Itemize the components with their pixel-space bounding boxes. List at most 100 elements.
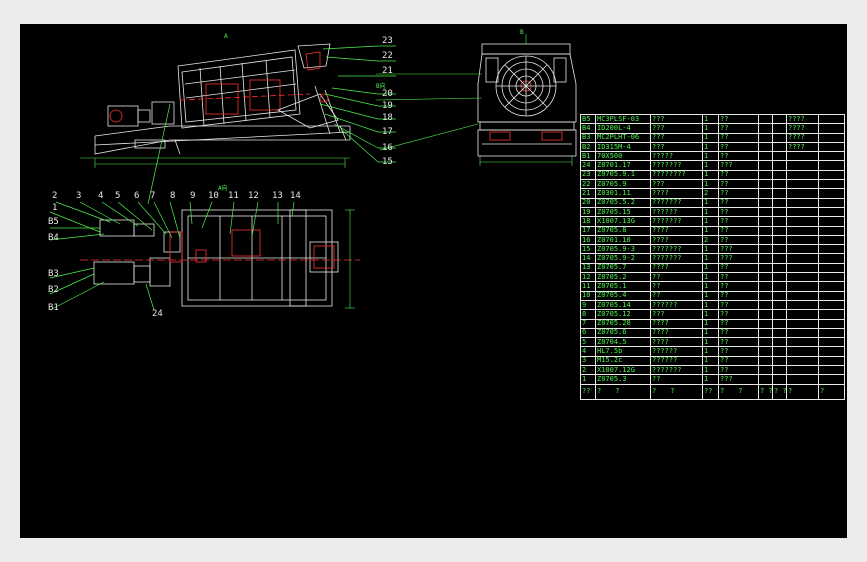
callout-21: 21 (382, 66, 393, 76)
table-cell: 5 (580, 337, 596, 348)
table-header-cell: ? (786, 383, 819, 400)
table-header-cell: ?? (580, 383, 596, 400)
table-cell: ID200L-4 (595, 123, 651, 134)
callout-15: 15 (382, 157, 393, 167)
table-cell (786, 272, 819, 283)
table-cell (818, 234, 845, 246)
table-cell (818, 272, 845, 283)
header-text: ? ? ? (774, 387, 787, 396)
table-cell (758, 299, 773, 311)
table-cell (758, 374, 773, 385)
table-row: 14 Z0705.9-2??????? 1??? (580, 253, 845, 264)
table-cell: 8 (580, 309, 596, 320)
table-cell (786, 346, 819, 357)
table-cell (772, 281, 787, 292)
callout-1: 1 (52, 203, 58, 213)
table-cell (758, 169, 773, 181)
table-row: 12 Z0705.2?? 1?? (580, 272, 845, 283)
table-cell (786, 262, 819, 274)
table-cell: 1 (702, 123, 719, 134)
callout-b1: B1 (48, 303, 59, 313)
table-cell (786, 206, 819, 218)
table-cell: Z0705.20 (595, 318, 651, 329)
callout-8: 8 (170, 191, 176, 201)
table-cell (758, 364, 773, 376)
table-cell: ?? (718, 346, 759, 357)
table-cell: ???? (650, 337, 703, 348)
callout-3: 3 (76, 191, 82, 201)
table-cell (772, 355, 787, 367)
table-row: B2 ID315M-4??? 1?????? (580, 141, 845, 153)
table-cell: ??????? (650, 253, 703, 264)
table-cell: 2 (702, 188, 719, 199)
table-cell: ?? (718, 197, 759, 208)
header-text: ?? (704, 387, 713, 396)
table-cell: ?? (718, 262, 759, 274)
callout-22: 22 (382, 51, 393, 61)
table-cell (818, 113, 845, 125)
table-cell (818, 206, 845, 218)
table-row: 21 Z0301.11???? 2?? (580, 188, 845, 199)
table-cell: 1 (702, 327, 719, 339)
table-cell: ??? (718, 160, 759, 171)
table-cell: 1 (702, 216, 719, 227)
table-cell (818, 327, 845, 339)
table-cell: 10 (580, 290, 596, 301)
table-cell: HL7.5b (595, 346, 651, 357)
table-cell: 22 (580, 179, 596, 190)
table-cell: 1 (702, 160, 719, 171)
callout-20: 20 (382, 89, 393, 99)
table-cell (772, 179, 787, 190)
table-row: 9 Z0705.14?????? 1?? (580, 299, 845, 311)
table-cell (818, 244, 845, 255)
table-row: 2 X1007.12G??????? 1?? (580, 364, 845, 376)
table-row: B3 MC2PLHT-06??? 1?????? (580, 132, 845, 143)
table-row: B5 MC3PLSF-03??? 1?????? (580, 113, 845, 125)
drawing-canvas[interactable]: 23 22 21 20 19 18 17 16 15 A B B向 A向 2 3… (20, 24, 847, 538)
table-row: B1 70X500????? 1?? (580, 151, 845, 162)
side-dimension (94, 158, 346, 168)
callout-17: 17 (382, 127, 393, 137)
table-cell: Z0705.9.1 (595, 169, 651, 181)
callout-b4: B4 (48, 233, 59, 243)
table-cell (786, 299, 819, 311)
table-cell: ??? (718, 253, 759, 264)
table-cell: ?? (718, 327, 759, 339)
table-cell (818, 216, 845, 227)
table-row: 7 Z0705.20???? 1?? (580, 318, 845, 329)
table-cell: 1 (702, 309, 719, 320)
table-cell: 21 (580, 188, 596, 199)
table-cell: ?? (650, 281, 703, 292)
table-row: 11 Z0705.1?? 1?? (580, 281, 845, 292)
table-cell (786, 327, 819, 339)
table-cell: ?? (718, 309, 759, 320)
table-cell: ???? (650, 262, 703, 274)
table-cell (772, 123, 787, 134)
table-cell (772, 216, 787, 227)
table-cell (818, 337, 845, 348)
table-cell: Z0705.9-2 (595, 253, 651, 264)
table-cell (772, 262, 787, 274)
table-row: 18 X1007.13G??????? 1?? (580, 216, 845, 227)
table-cell: 2 (702, 234, 719, 246)
table-cell: 4 (580, 346, 596, 357)
table-cell (818, 132, 845, 143)
table-cell: 1 (702, 244, 719, 255)
table-cell: ??? (650, 132, 703, 143)
table-row: 1 Z0705.3?? 1??? (580, 374, 845, 385)
callout-2: 2 (52, 191, 58, 201)
table-cell (786, 253, 819, 264)
table-cell: ?? (718, 113, 759, 125)
table-cell (818, 262, 845, 274)
table-cell (818, 355, 845, 367)
table-cell: ?? (718, 234, 759, 246)
table-cell: 16 (580, 234, 596, 246)
table-cell: ???? (786, 123, 819, 134)
table-cell: 13 (580, 262, 596, 274)
table-cell (818, 253, 845, 264)
table-cell: ?? (650, 290, 703, 301)
callout-11: 11 (228, 191, 239, 201)
table-cell: 11 (580, 281, 596, 292)
callout-18: 18 (382, 113, 393, 123)
table-cell (758, 151, 773, 162)
